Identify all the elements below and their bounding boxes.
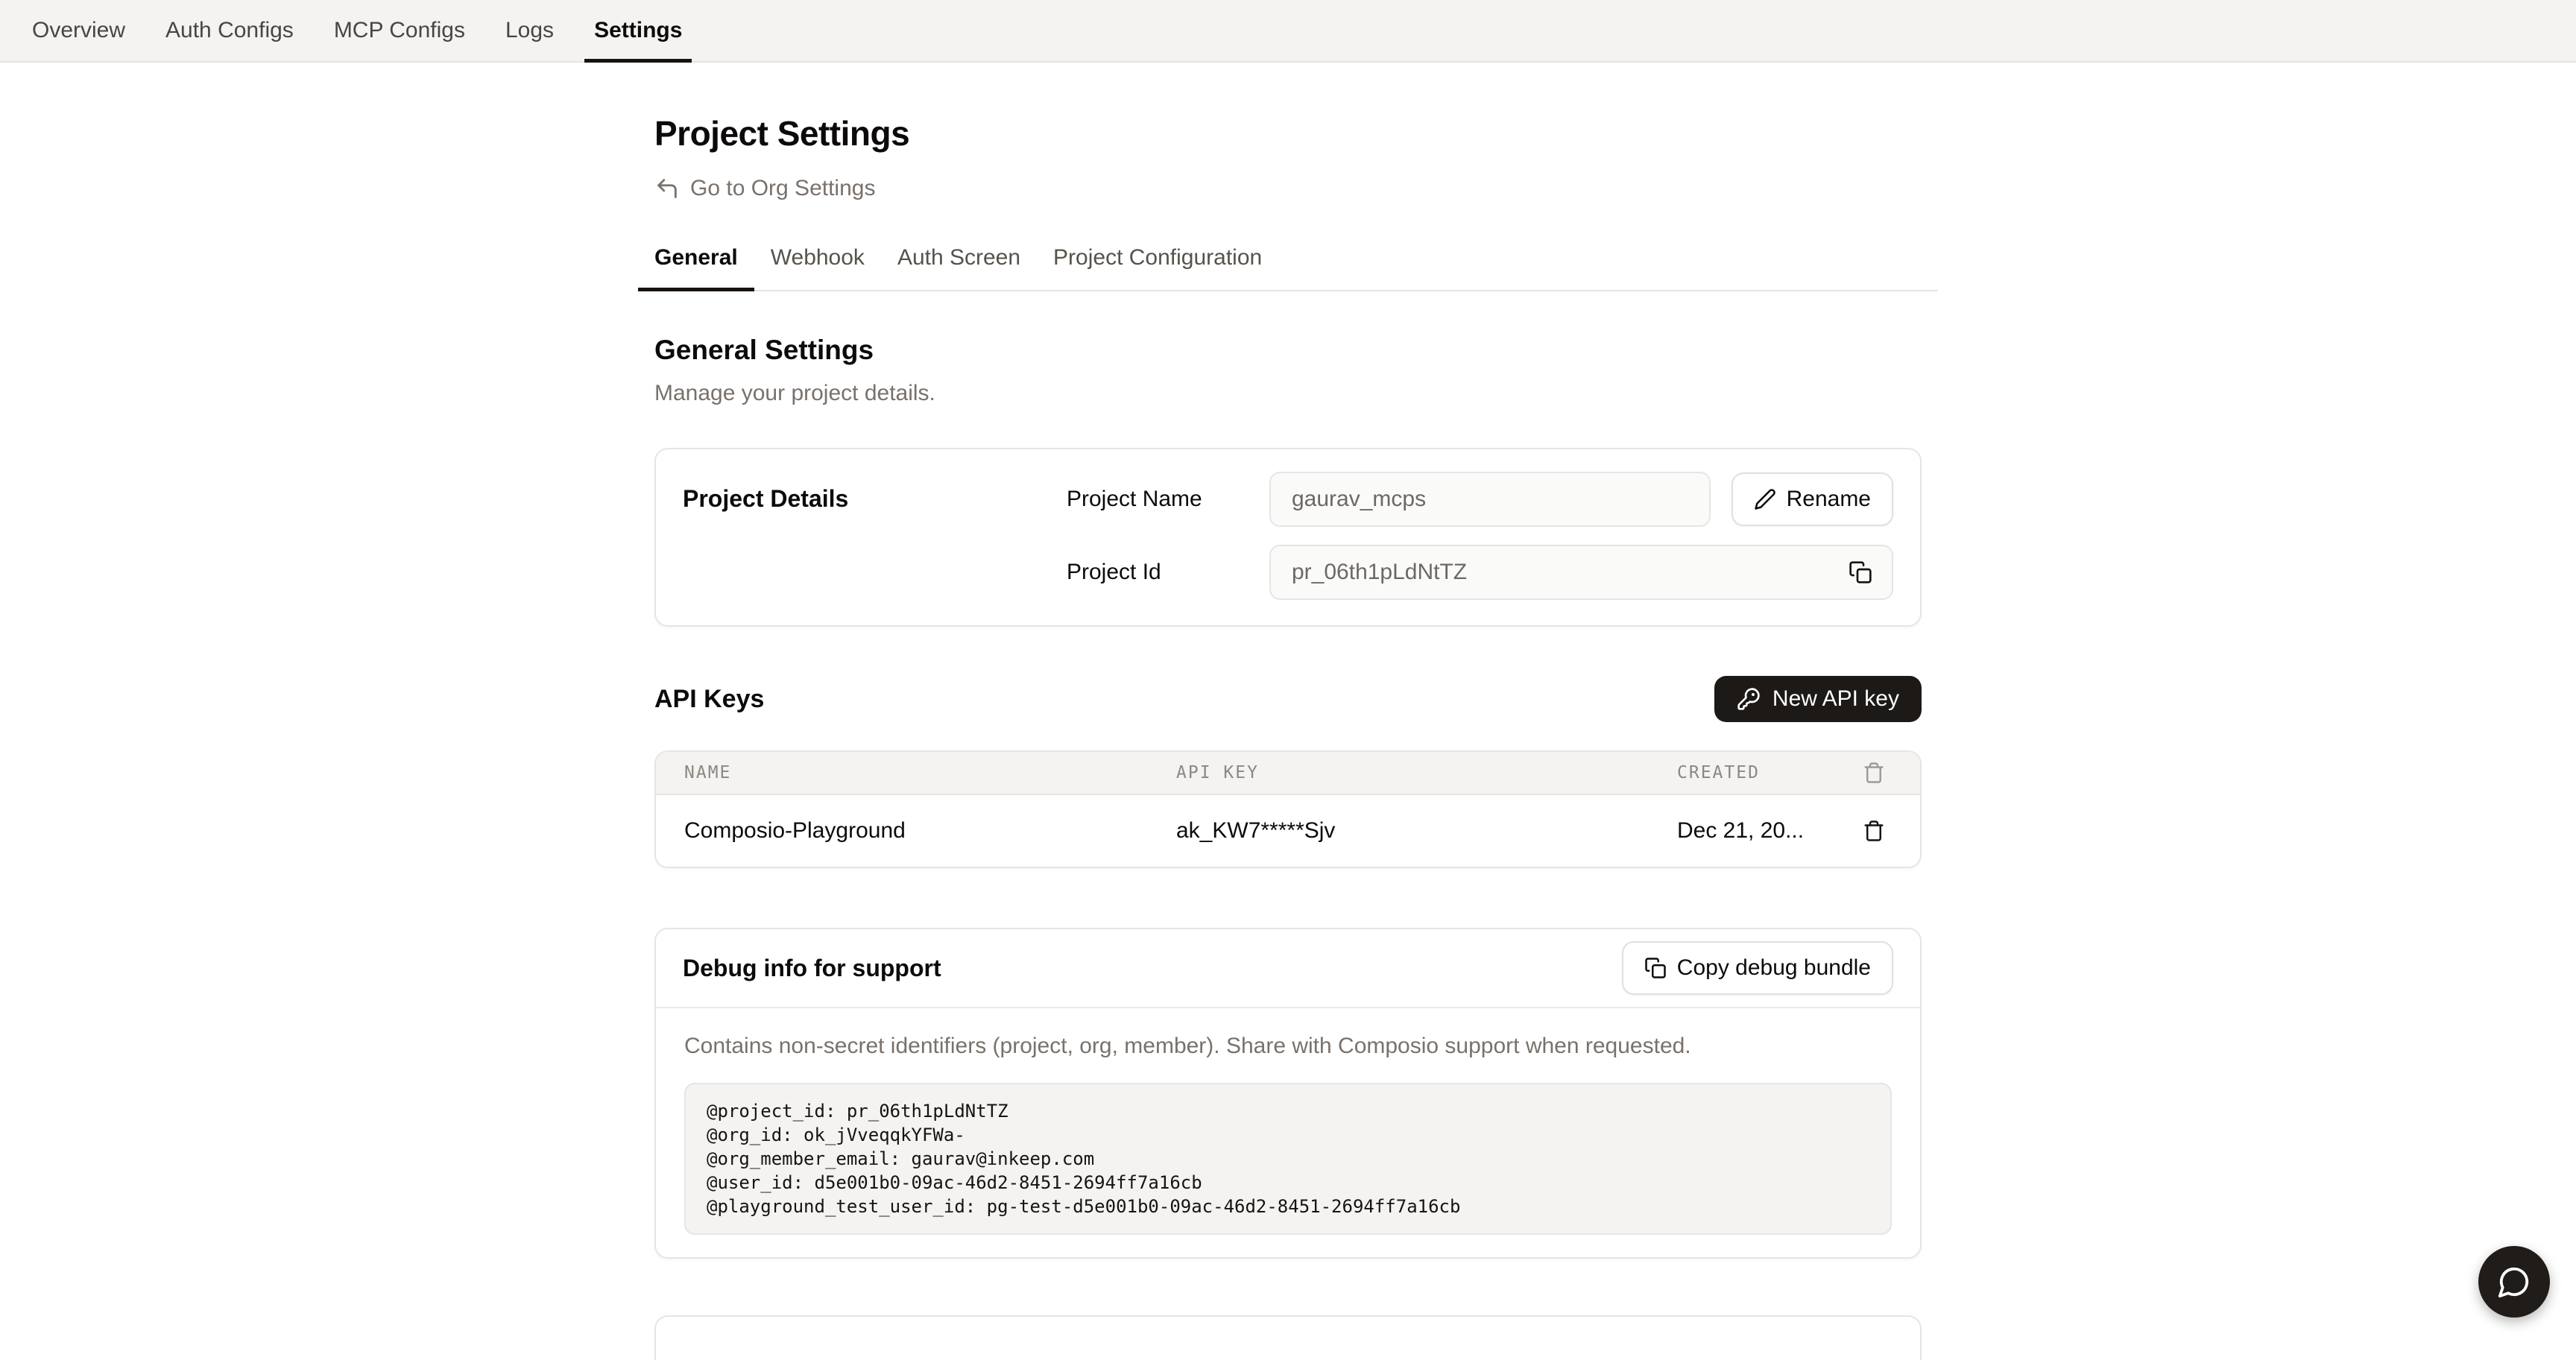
nav-item-logs[interactable]: Logs: [485, 0, 574, 61]
code-line: @playground_test_user_id: pg-test-d5e001…: [707, 1195, 1869, 1218]
new-api-key-button[interactable]: New API key: [1714, 676, 1922, 722]
delete-api-key-button[interactable]: [1860, 817, 1888, 845]
rename-button[interactable]: Rename: [1731, 472, 1893, 526]
chat-support-button[interactable]: [2478, 1246, 2550, 1318]
code-line: @user_id: d5e001b0-09ac-46d2-8451-2694ff…: [707, 1171, 1869, 1195]
general-settings-heading: General Settings: [654, 335, 1922, 366]
api-key-value: ak_KW7*****Sjv: [1176, 818, 1677, 844]
copy-debug-bundle-button[interactable]: Copy debug bundle: [1622, 941, 1893, 995]
table-row: Composio-Playground ak_KW7*****Sjv Dec 2…: [656, 795, 1920, 867]
next-section-card: [654, 1315, 1922, 1360]
trash-icon: [1860, 759, 1888, 787]
code-line: @org_id: ok_jVveqqkYFWa-: [707, 1123, 1869, 1147]
code-line: @org_member_email: gaurav@inkeep.com: [707, 1147, 1869, 1171]
general-settings-description: Manage your project details.: [654, 381, 1922, 406]
tab-auth-screen[interactable]: Auth Screen: [881, 245, 1037, 290]
rename-button-label: Rename: [1787, 487, 1871, 512]
settings-page: Project Settings Go to Org Settings Gene…: [654, 113, 1922, 1360]
nav-item-mcp-configs[interactable]: MCP Configs: [314, 0, 485, 61]
project-id-row: Project Id: [1067, 545, 1893, 600]
project-id-label: Project Id: [1067, 560, 1269, 585]
key-icon: [1737, 687, 1761, 711]
copy-debug-bundle-label: Copy debug bundle: [1677, 955, 1871, 981]
column-api-key: API KEY: [1176, 763, 1677, 782]
project-details-card: Project Details Project Name Rename Proj…: [654, 448, 1922, 627]
tab-general[interactable]: General: [638, 245, 754, 290]
debug-description: Contains non-secret identifiers (project…: [684, 1034, 1892, 1059]
nav-item-auth-configs[interactable]: Auth Configs: [145, 0, 314, 61]
nav-item-settings[interactable]: Settings: [574, 0, 702, 61]
project-id-input[interactable]: [1269, 545, 1893, 600]
settings-tabs: General Webhook Auth Screen Project Conf…: [638, 245, 1938, 291]
copy-icon: [1644, 957, 1667, 979]
project-name-row: Project Name Rename: [1067, 472, 1893, 527]
debug-card-title: Debug info for support: [683, 955, 941, 982]
api-keys-table-header: NAME API KEY CREATED: [656, 752, 1920, 795]
project-details-title: Project Details: [683, 485, 1067, 513]
column-created: CREATED: [1677, 763, 1850, 782]
nav-item-overview[interactable]: Overview: [12, 0, 145, 61]
go-to-org-settings-link[interactable]: Go to Org Settings: [654, 176, 875, 201]
pencil-icon: [1754, 488, 1776, 510]
api-key-created: Dec 21, 20...: [1677, 818, 1850, 844]
api-keys-heading: API Keys: [654, 685, 764, 714]
project-name-input[interactable]: [1269, 472, 1711, 527]
corner-up-left-icon: [654, 176, 680, 201]
trash-icon: [1863, 820, 1885, 842]
go-to-org-settings-label: Go to Org Settings: [690, 176, 875, 201]
top-nav: Overview Auth Configs MCP Configs Logs S…: [0, 0, 2576, 63]
debug-card-header: Debug info for support Copy debug bundle: [656, 929, 1920, 1008]
api-keys-table: NAME API KEY CREATED Composio-Playground…: [654, 750, 1922, 868]
project-name-label: Project Name: [1067, 487, 1269, 512]
tab-webhook[interactable]: Webhook: [754, 245, 881, 290]
debug-info-card: Debug info for support Copy debug bundle…: [654, 928, 1922, 1259]
copy-project-id-button[interactable]: [1844, 556, 1877, 589]
tab-project-configuration[interactable]: Project Configuration: [1037, 245, 1278, 290]
new-api-key-label: New API key: [1772, 686, 1899, 712]
debug-code-block: @project_id: pr_06th1pLdNtTZ@org_id: ok_…: [684, 1083, 1892, 1235]
chat-bubble-icon: [2497, 1265, 2531, 1299]
api-key-name: Composio-Playground: [684, 818, 1176, 844]
api-keys-header: API Keys New API key: [654, 676, 1922, 722]
page-title: Project Settings: [654, 113, 1922, 154]
copy-icon: [1849, 560, 1872, 584]
code-line: @project_id: pr_06th1pLdNtTZ: [707, 1099, 1869, 1123]
column-name: NAME: [684, 763, 1176, 782]
